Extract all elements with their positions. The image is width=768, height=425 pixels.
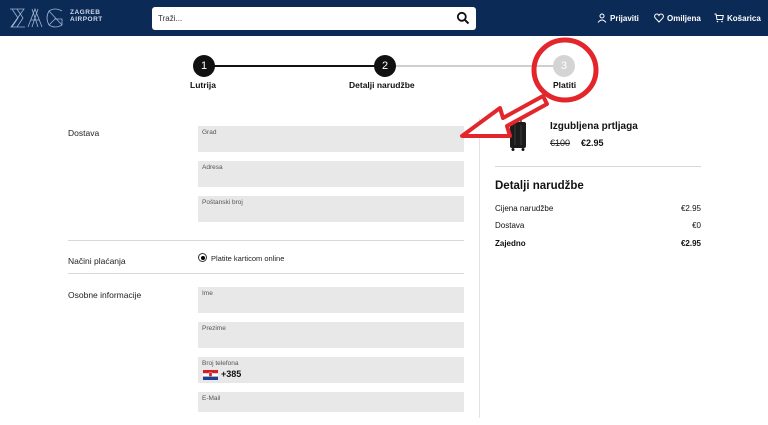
favorites-label: Omiljena xyxy=(667,13,701,23)
city-field-label: Grad xyxy=(202,129,217,136)
favorites-link[interactable]: Omiljena xyxy=(654,13,701,23)
postal-code-field-label: Poštanski broj xyxy=(202,199,243,206)
step-2-number: 2 xyxy=(381,60,389,72)
delivery-cost-value: €0 xyxy=(692,221,701,230)
order-price-label: Cijena narudžbe xyxy=(495,204,554,213)
croatia-flag-icon[interactable] xyxy=(203,370,218,380)
city-field[interactable]: Grad xyxy=(198,126,464,152)
email-field-label: E-Mail xyxy=(202,395,221,402)
first-name-field[interactable]: Ime xyxy=(198,287,464,313)
login-label: Prijaviti xyxy=(610,13,639,23)
step-2-circle[interactable]: 2 xyxy=(374,55,396,77)
email-field[interactable]: E-Mail xyxy=(198,392,464,412)
last-name-field-label: Prezime xyxy=(202,325,226,332)
summary-divider xyxy=(495,166,701,167)
postal-code-field[interactable]: Poštanski broj xyxy=(198,196,464,222)
step-1-circle[interactable]: 1 xyxy=(193,55,215,77)
suitcase-icon xyxy=(510,118,526,151)
search-bar xyxy=(152,7,476,30)
cart-icon xyxy=(714,13,724,23)
order-summary-title: Detalji narudžbe xyxy=(495,180,584,192)
step-1-number: 1 xyxy=(200,60,208,72)
logo-text-line2: AIRPORT xyxy=(70,16,103,23)
personal-info-section-label: Osobne informacije xyxy=(68,290,142,300)
phone-country-code: +385 xyxy=(221,369,242,379)
total-label: Zajedno xyxy=(495,239,526,248)
product-new-price: €2.95 xyxy=(581,138,604,148)
step-1-label: Lutrija xyxy=(190,80,216,90)
zagreb-airport-logo[interactable]: ZAGREB AIRPORT xyxy=(8,6,118,30)
phone-field-label: Broj telefona xyxy=(202,360,239,367)
form-divider xyxy=(68,273,464,274)
step-3-number: 3 xyxy=(560,60,568,72)
top-header: ZAGREB AIRPORT Prijaviti Omiljena Košari… xyxy=(0,0,768,36)
form-divider xyxy=(68,240,464,241)
step-3-label: Platiti xyxy=(553,80,577,90)
logo-text-line1: ZAGREB xyxy=(70,9,101,16)
user-icon xyxy=(597,13,607,23)
product-name: Izgubljena prtljaga xyxy=(550,121,638,132)
step-3-circle[interactable]: 3 xyxy=(553,55,575,77)
card-payment-radio[interactable] xyxy=(198,253,207,262)
address-field-label: Adresa xyxy=(202,164,223,171)
step-2-label: Detalji narudžbe xyxy=(349,80,415,90)
delivery-cost-label: Dostava xyxy=(495,221,525,230)
card-payment-label[interactable]: Platite karticom online xyxy=(211,254,284,263)
payment-section-label: Načini plaćanja xyxy=(68,256,126,266)
total-value: €2.95 xyxy=(680,239,701,248)
cart-label: Košarica xyxy=(727,13,761,23)
search-icon[interactable] xyxy=(456,11,470,25)
heart-icon xyxy=(654,13,664,23)
phone-field[interactable]: Broj telefona +385 xyxy=(198,357,464,383)
login-link[interactable]: Prijaviti xyxy=(597,13,639,23)
cart-link[interactable]: Košarica xyxy=(714,13,761,23)
first-name-field-label: Ime xyxy=(202,290,213,297)
order-price-value: €2.95 xyxy=(680,204,701,213)
search-input[interactable] xyxy=(158,11,438,26)
product-old-price: €100 xyxy=(550,138,571,148)
logo-text: ZAGREB AIRPORT xyxy=(70,9,103,23)
column-divider xyxy=(479,118,480,418)
step-progress-line-done xyxy=(204,65,385,67)
delivery-section-label: Dostava xyxy=(68,128,100,138)
step-progress-line-upcoming xyxy=(385,65,565,67)
logo-mark-icon xyxy=(10,7,63,28)
address-field[interactable]: Adresa xyxy=(198,161,464,187)
last-name-field[interactable]: Prezime xyxy=(198,322,464,348)
